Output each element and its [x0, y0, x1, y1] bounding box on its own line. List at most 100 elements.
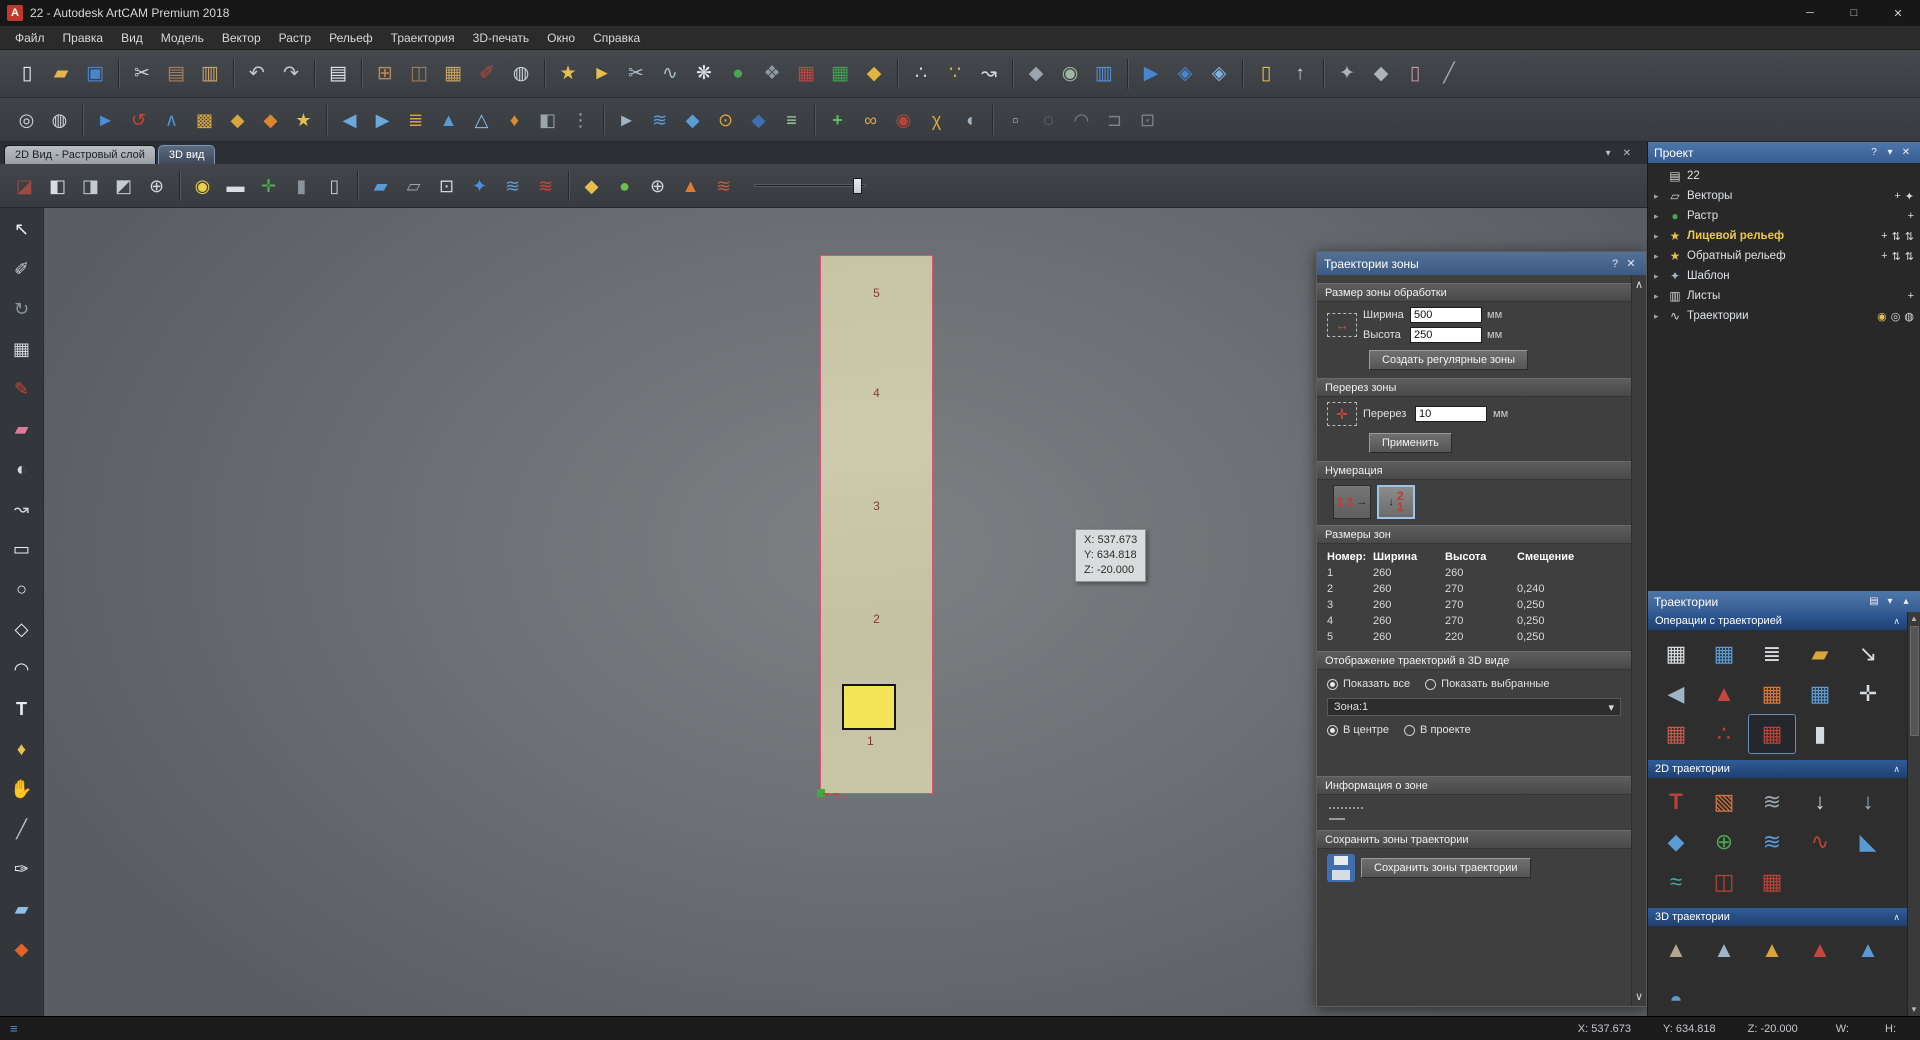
- toolpath-list-icon[interactable]: ≣: [1748, 634, 1796, 674]
- project-tree-item-toolpaths[interactable]: ▸ ∿ Траектории ◉ ◎ ◍: [1648, 306, 1920, 326]
- relief-orange-tool-icon[interactable]: ◆: [7, 934, 37, 963]
- engrave-text-icon[interactable]: T: [1652, 782, 1700, 822]
- set-model-size-icon[interactable]: ⊞: [368, 57, 402, 91]
- expand-arrow-icon[interactable]: ▸: [1654, 191, 1666, 202]
- tree-label[interactable]: Обратный рельеф: [1687, 250, 1786, 262]
- scroll-down-icon[interactable]: ▼: [1910, 1005, 1918, 1014]
- material-setup-icon[interactable]: ▮: [1796, 714, 1844, 754]
- vector-curve-icon[interactable]: ∿: [653, 57, 687, 91]
- toolpath-import-icon[interactable]: ↘: [1844, 634, 1892, 674]
- axes-icon[interactable]: ✛: [252, 169, 285, 202]
- mirror-icon[interactable]: ◖: [953, 103, 986, 136]
- blue-columns-icon[interactable]: ▥: [1087, 57, 1121, 91]
- section-toolpath-operations[interactable]: Операции с траекторией ∧: [1648, 612, 1907, 630]
- transform-icon[interactable]: ↻: [7, 294, 37, 323]
- expand-arrow-icon[interactable]: ▸: [1654, 311, 1666, 322]
- fill-icon[interactable]: ◐: [7, 454, 37, 483]
- gold-lamp-icon[interactable]: ◆: [857, 57, 891, 91]
- weave-grid-icon[interactable]: ▦: [1652, 714, 1700, 754]
- scroll-up-icon[interactable]: ∧: [1635, 278, 1643, 291]
- layers-multi-icon[interactable]: ≡: [775, 103, 808, 136]
- tree-label[interactable]: Траектории: [1687, 310, 1749, 322]
- zone-height-input[interactable]: [1410, 327, 1482, 343]
- pencil-icon[interactable]: ✎: [7, 374, 37, 403]
- collapse-chevron-icon[interactable]: ∧: [1893, 616, 1900, 627]
- peaks-blue-icon[interactable]: ∧: [155, 103, 188, 136]
- sculpt-tool-icon[interactable]: ╱: [7, 814, 37, 843]
- close-panel-icon[interactable]: ✕: [1898, 145, 1914, 161]
- dot-small-icon[interactable]: ⋮: [564, 103, 597, 136]
- block-model-icon[interactable]: ▦: [7, 334, 37, 363]
- radio-show-all[interactable]: [1327, 678, 1338, 690]
- layers-blue-icon[interactable]: ≋: [643, 103, 676, 136]
- vcarve-icon[interactable]: ∿: [1796, 822, 1844, 862]
- chi-gold-icon[interactable]: χ: [920, 103, 953, 136]
- gray-box-icon[interactable]: ▮: [285, 169, 318, 202]
- zone-panel-scrollbar[interactable]: ∧ ∨: [1631, 275, 1646, 1006]
- flip-left-icon[interactable]: ◀: [333, 103, 366, 136]
- minimize-button[interactable]: ─: [1788, 0, 1832, 26]
- node-edit-icon[interactable]: ✐: [7, 254, 37, 283]
- project-tree-item-raster[interactable]: ▸ ● Растр +: [1648, 206, 1920, 226]
- undo-icon[interactable]: ↶: [240, 57, 274, 91]
- project-tree-item-template[interactable]: ▸ ✦ Шаблон: [1648, 266, 1920, 286]
- zone-table-row[interactable]: 2 260 270 0,240: [1317, 581, 1631, 597]
- section-zone-overlap[interactable]: Перерез зоны: [1317, 378, 1631, 397]
- zone-table-row[interactable]: 1 260 260: [1317, 565, 1631, 581]
- droplet-tool-icon[interactable]: ♦: [7, 734, 37, 763]
- move-toolpath-icon[interactable]: ✛: [1844, 674, 1892, 714]
- scroll-up-icon[interactable]: ▲: [1910, 614, 1918, 623]
- toolpath-summary-icon[interactable]: ▦: [1652, 634, 1700, 674]
- swoosh-red-icon[interactable]: ↺: [122, 103, 155, 136]
- area-clearance-icon[interactable]: ▧: [1700, 782, 1748, 822]
- close-button[interactable]: ✕: [1876, 0, 1920, 26]
- radio-show-selected[interactable]: [1425, 678, 1437, 690]
- numbering-vertical-button[interactable]: ↓ 2 1: [1377, 485, 1415, 519]
- doc-gold-icon[interactable]: ▯: [1249, 57, 1283, 91]
- light-material-icon[interactable]: ✐: [470, 57, 504, 91]
- cube-small-icon[interactable]: ◧: [531, 103, 564, 136]
- selected-zone-square[interactable]: [842, 684, 896, 730]
- texture-spring-icon[interactable]: ≈: [1652, 862, 1700, 902]
- restore-button[interactable]: □: [1832, 0, 1876, 26]
- relief-layers-gray-icon[interactable]: ▱: [397, 169, 430, 202]
- expand-arrow-icon[interactable]: ▸: [1654, 211, 1666, 222]
- radio-in-project[interactable]: [1404, 724, 1416, 736]
- new-model-icon[interactable]: ▯: [10, 57, 44, 91]
- world-icon[interactable]: ◍: [1904, 310, 1914, 323]
- add-icon[interactable]: +: [1894, 190, 1900, 203]
- stack-gold-icon[interactable]: ≣: [399, 103, 432, 136]
- collapse-chevron-icon[interactable]: ∧: [1893, 764, 1900, 775]
- project-tree-item-back-relief[interactable]: ▸ ★ Обратный рельеф + ⇅ ⇅: [1648, 246, 1920, 266]
- add-icon[interactable]: +: [1908, 290, 1914, 302]
- shading-slider-handle[interactable]: [853, 178, 862, 194]
- dots-tool-icon[interactable]: ∴: [904, 57, 938, 91]
- doc-export-icon[interactable]: ↑: [1283, 57, 1317, 91]
- spheres-gold-icon[interactable]: ∞: [854, 103, 887, 136]
- eraser-icon[interactable]: ▰: [7, 414, 37, 443]
- arc-faded-icon[interactable]: ◠: [1065, 103, 1098, 136]
- fan-tool-icon[interactable]: ❖: [755, 57, 789, 91]
- project-panel-header[interactable]: Проект ? ▾ ✕: [1648, 142, 1920, 163]
- add-relief-icon[interactable]: +: [821, 103, 854, 136]
- zone-grid-pair-icon[interactable]: ▦: [1796, 674, 1844, 714]
- tree-label[interactable]: 22: [1687, 170, 1700, 182]
- menu-item[interactable]: Файл: [6, 28, 54, 48]
- node-curve-icon[interactable]: ↝: [972, 57, 1006, 91]
- redo-icon[interactable]: ↷: [274, 57, 308, 91]
- tree-label[interactable]: Шаблон: [1687, 270, 1730, 282]
- arrow-blue-icon[interactable]: ►: [89, 103, 122, 136]
- flip-right-icon[interactable]: ▶: [366, 103, 399, 136]
- dots-gold-icon[interactable]: ∵: [938, 57, 972, 91]
- project-tree-item-model[interactable]: ▤ 22: [1648, 166, 1920, 186]
- save-model-icon[interactable]: ▣: [78, 57, 112, 91]
- panel-close-icon[interactable]: ✕: [1623, 148, 1631, 159]
- plane-dark-icon[interactable]: ◆: [742, 103, 775, 136]
- sphere-red-icon[interactable]: ◉: [887, 103, 920, 136]
- shading-slider[interactable]: [754, 178, 866, 194]
- dual-view-icon[interactable]: ◫: [402, 57, 436, 91]
- zoom-tool-icon[interactable]: ◎: [10, 103, 43, 136]
- create-regular-zones-button[interactable]: Создать регулярные зоны: [1369, 350, 1529, 370]
- tab-3d-view[interactable]: 3D вид: [157, 145, 216, 164]
- help-icon[interactable]: ?: [1866, 145, 1882, 161]
